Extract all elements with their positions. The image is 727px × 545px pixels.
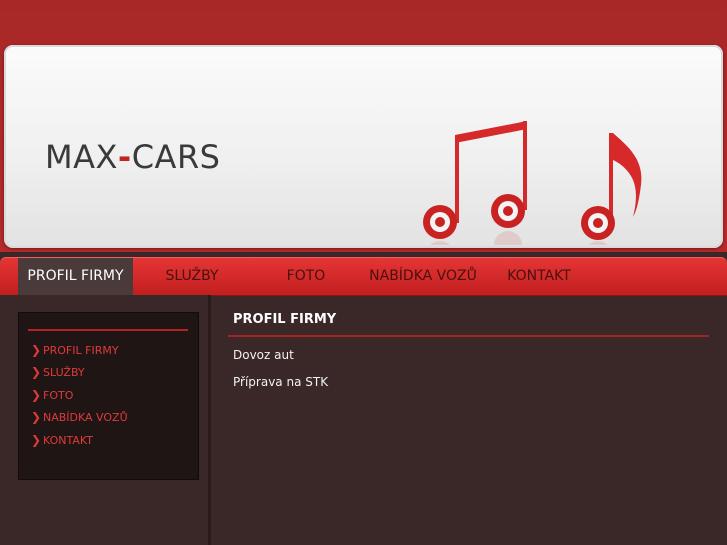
music-note-icon	[581, 133, 642, 240]
sidebar-item-profil-firmy[interactable]: ❯ PROFIL FIRMY	[31, 342, 119, 358]
sidebar-item-foto[interactable]: ❯ FOTO	[31, 387, 73, 403]
sidebar-item-sluzby[interactable]: ❯ SLUŽBY	[31, 364, 85, 380]
sidebar-item-kontakt[interactable]: ❯ KONTAKT	[31, 432, 93, 448]
sidebar-item-label: NABÍDKA VOZŮ	[43, 411, 128, 424]
site-logo[interactable]: MAX-CARS	[45, 138, 220, 176]
nav-item-foto[interactable]: FOTO	[272, 258, 340, 295]
content-line-priprava: Příprava na STK	[233, 375, 329, 389]
music-notes-icon	[423, 121, 642, 245]
nav-item-nabidka-vozu[interactable]: NABÍDKA VOZŮ	[362, 258, 484, 295]
main-nav: PROFIL FIRMY SLUŽBY FOTO NABÍDKA VOZŮ KO…	[0, 257, 727, 296]
sidebar-item-label: FOTO	[43, 389, 74, 402]
logo-text-cars: CARS	[131, 138, 221, 176]
chevron-right-icon: ❯	[31, 343, 42, 357]
sidebar-item-label: PROFIL FIRMY	[43, 344, 119, 357]
sidebar-item-label: KONTAKT	[43, 434, 93, 447]
chevron-right-icon: ❯	[31, 388, 42, 402]
sidebar-item-label: SLUŽBY	[43, 366, 85, 379]
chevron-right-icon: ❯	[31, 410, 42, 424]
chevron-right-icon: ❯	[31, 365, 42, 379]
page-title: PROFIL FIRMY	[233, 312, 337, 327]
nav-item-profil-firmy[interactable]: PROFIL FIRMY	[18, 258, 133, 295]
site-header: MAX-CARS	[4, 45, 723, 248]
nav-item-sluzby[interactable]: SLUŽBY	[150, 258, 234, 295]
sidebar-divider	[28, 329, 188, 331]
sidebar-item-nabidka-vozu[interactable]: ❯ NABÍDKA VOZŮ	[31, 409, 128, 425]
logo-dash: -	[117, 138, 132, 176]
double-music-note-icon	[423, 121, 527, 239]
title-divider	[228, 335, 709, 337]
chevron-right-icon: ❯	[31, 433, 42, 447]
logo-text-max: MAX	[45, 138, 118, 176]
content-line-dovoz: Dovoz aut	[233, 348, 294, 362]
nav-item-kontakt[interactable]: KONTAKT	[500, 258, 578, 295]
